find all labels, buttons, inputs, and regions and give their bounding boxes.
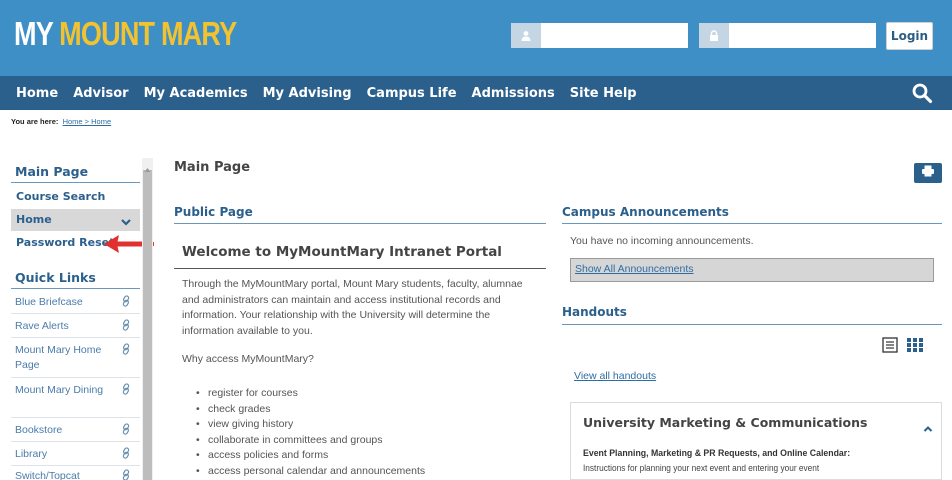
print-button[interactable] [914,163,942,183]
quick-link-mount-mary-home-page[interactable]: Mount Mary Home Page [11,340,140,378]
quick-link-label: Mount Mary Home Page [15,344,102,371]
link-icon [121,342,131,360]
sidebar-item-password-reset[interactable]: Password Reset [16,236,114,249]
nav-item-campus-life[interactable]: Campus Life [367,86,457,101]
password-field[interactable] [699,23,876,48]
quick-link-label: Blue Briefcase [15,296,83,308]
quick-link-label: Bookstore [15,424,63,436]
list-item: view giving history [196,417,425,433]
public-page-heading: Public Page [174,205,253,219]
quick-link-bookstore[interactable]: Bookstore [11,420,140,442]
handout-card-subtitle: Event Planning, Marketing & PR Requests,… [583,448,851,459]
quick-link-switch-topcat[interactable]: Switch/Topcat [11,468,140,480]
sidebar-main-heading[interactable]: Main Page [15,164,88,179]
list-item: collaborate in committees and groups [196,433,425,449]
page-title: Main Page [174,160,251,175]
quick-link-label: Switch/Topcat [15,470,80,480]
list-item: register for courses [196,386,425,402]
nav-item-home[interactable]: Home [16,86,58,101]
quick-link-library[interactable]: Library [11,444,140,466]
login-button[interactable]: Login [886,22,933,50]
no-announcements-text: You have no incoming announcements. [570,235,754,247]
username-field[interactable] [511,23,688,48]
main-nav: Home Advisor My Academics My Advising Ca… [0,76,952,110]
nav-item-my-advising[interactable]: My Advising [263,86,352,101]
intro-paragraph: Through the MyMountMary portal, Mount Ma… [182,278,523,337]
link-icon [121,422,131,440]
site-logo[interactable]: MY MOUNT MARY [14,14,237,54]
handouts-heading: Handouts [562,305,627,319]
why-access-text: Why access MyMountMary? [182,353,314,365]
breadcrumb-prefix: You are here: [11,117,59,126]
quick-link-rave-alerts[interactable]: Rave Alerts [11,316,140,338]
nav-item-my-academics[interactable]: My Academics [144,86,248,101]
username-input[interactable] [541,23,688,48]
quick-link-label: Rave Alerts [15,320,69,332]
password-input[interactable] [729,23,876,48]
chevron-down-icon[interactable] [120,214,132,232]
quick-link-label: Library [15,448,48,460]
sidebar-item-home[interactable]: Home [11,209,140,231]
print-icon [921,164,935,182]
sidebar-item-course-search[interactable]: Course Search [16,190,105,203]
nav-item-site-help[interactable]: Site Help [570,86,637,101]
divider [174,223,546,224]
scroll-up-arrow-icon[interactable] [144,160,151,178]
header-bar: MY MOUNT MARY Login [0,0,952,76]
scrollbar-thumb[interactable] [143,170,152,480]
welcome-heading: Welcome to MyMountMary Intranet Portal [182,244,502,260]
handout-card-title[interactable]: University Marketing & Communications [583,415,867,430]
view-toggle [882,337,924,358]
breadcrumb-link[interactable]: Home > Home [63,117,112,126]
link-icon [121,318,131,336]
link-icon [121,468,131,480]
sidebar-item-home-label: Home [16,213,52,226]
logo-my-text: MY [14,15,53,52]
benefits-list: register for courses check grades view g… [196,386,425,479]
search-icon[interactable] [911,82,933,104]
nav-item-admissions[interactable]: Admissions [472,86,555,101]
list-item: access personal calendar and announcemen… [196,464,425,480]
divider [174,268,546,269]
handout-card: University Marketing & Communications Ev… [570,402,942,480]
view-all-handouts-link[interactable]: View all handouts [574,370,656,382]
user-icon [511,23,541,48]
divider [562,223,942,224]
link-icon [121,294,131,312]
show-all-announcements-link[interactable]: Show All Announcements [575,263,694,275]
lock-icon [699,23,729,48]
show-all-announcements-button[interactable]: Show All Announcements [570,258,934,282]
breadcrumb: You are here: Home > Home [11,117,111,126]
chevron-up-icon[interactable] [923,420,933,438]
nav-items: Home Advisor My Academics My Advising Ca… [16,76,652,110]
grid-view-icon[interactable] [906,337,924,358]
list-item: access policies and forms [196,448,425,464]
list-view-icon[interactable] [882,337,898,358]
quick-link-blue-briefcase[interactable]: Blue Briefcase [11,292,140,314]
campus-announcements-heading: Campus Announcements [562,205,729,219]
logo-mount-mary-text: MOUNT MARY [59,15,237,52]
nav-item-advisor[interactable]: Advisor [73,86,128,101]
handout-card-description: Instructions for planning your next even… [583,463,820,473]
link-icon [121,446,131,464]
quick-link-mount-mary-dining[interactable]: Mount Mary Dining [11,380,140,418]
divider [11,182,140,183]
link-icon [121,382,131,400]
divider [562,324,942,325]
list-item: check grades [196,402,425,418]
quick-links-heading: Quick Links [15,270,96,285]
quick-link-label: Mount Mary Dining [15,384,104,396]
divider [11,288,140,289]
